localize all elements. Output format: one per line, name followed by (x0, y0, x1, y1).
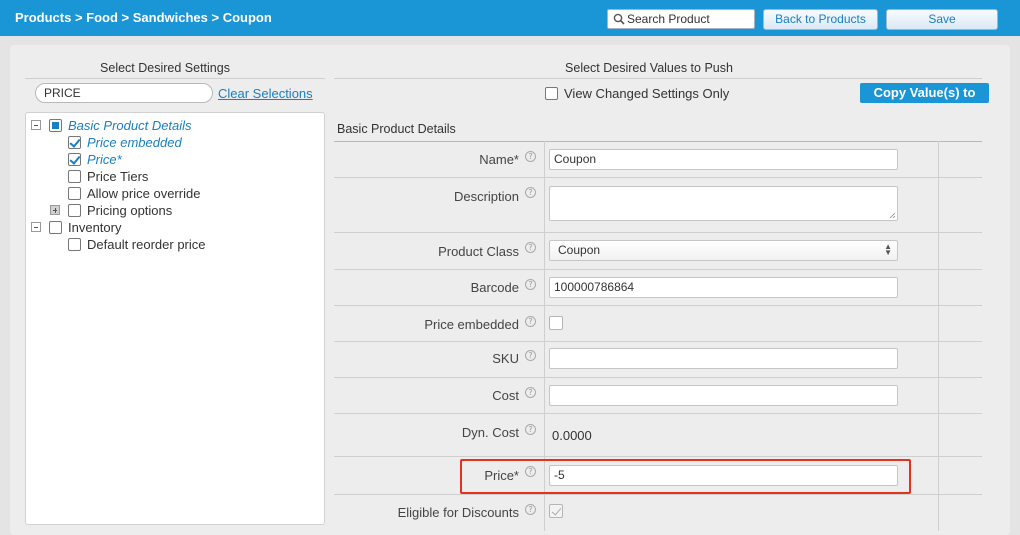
eligible-discounts-checkbox[interactable] (549, 504, 563, 518)
save-button[interactable]: Save (886, 9, 998, 30)
field-label: Price embedded (424, 317, 519, 332)
row-price-embedded: Price embedded ? (334, 305, 982, 341)
section-header: Basic Product Details (337, 122, 456, 136)
expand-icon[interactable] (50, 205, 60, 215)
tree-item-inventory[interactable]: Inventory (31, 219, 311, 236)
row-dyn-cost: Dyn. Cost ? 0.0000 (334, 413, 982, 456)
tree-checkbox[interactable] (68, 170, 81, 183)
select-value: Coupon (558, 243, 601, 257)
settings-filter-input[interactable] (35, 83, 213, 103)
barcode-field[interactable]: 100000786864 (549, 277, 898, 298)
right-column-title: Select Desired Values to Push (565, 61, 733, 75)
field-label: Eligible for Discounts (397, 505, 519, 520)
tree-item-price-embedded[interactable]: Price embedded (31, 134, 311, 151)
settings-tree: Basic Product Details Price embedded Pri… (25, 112, 325, 525)
tree-checkbox[interactable] (68, 204, 81, 217)
row-product-class: Product Class ? Coupon ▲ ▼ (334, 232, 982, 269)
view-changed-label: View Changed Settings Only (564, 86, 730, 101)
help-icon[interactable]: ? (525, 316, 536, 327)
field-label: Dyn. Cost (461, 425, 519, 440)
back-to-products-button[interactable]: Back to Products (763, 9, 878, 30)
row-eligible-discounts: Eligible for Discounts ? (334, 494, 982, 531)
help-icon[interactable]: ? (525, 350, 536, 361)
top-bar: Products > Food > Sandwiches > Coupon Ba… (0, 0, 1020, 36)
tree-label: Price embedded (87, 135, 182, 150)
collapse-icon[interactable] (31, 120, 41, 130)
dyn-cost-value: 0.0000 (552, 428, 592, 443)
search-icon (613, 13, 625, 25)
breadcrumb[interactable]: Products > Food > Sandwiches > Coupon (15, 10, 272, 25)
tree-label: Pricing options (87, 203, 173, 218)
tree-checkbox[interactable] (68, 187, 81, 200)
tree-item-default-reorder-price[interactable]: Default reorder price (31, 236, 311, 253)
tree-label: Basic Product Details (68, 118, 192, 133)
tree-label: Inventory (68, 220, 122, 235)
name-field[interactable]: Coupon (549, 149, 898, 170)
field-label: Product Class (438, 244, 519, 259)
tree-item-price[interactable]: Price* (31, 151, 311, 168)
tree-label: Default reorder price (87, 237, 206, 252)
description-field[interactable] (549, 186, 898, 221)
select-arrows-icon: ▲ ▼ (884, 242, 892, 257)
field-label: SKU (492, 351, 519, 366)
tree-checkbox[interactable] (49, 221, 62, 234)
price-embedded-checkbox[interactable] (549, 316, 563, 330)
resize-grip-icon[interactable] (889, 212, 896, 219)
clear-selections-link[interactable]: Clear Selections (218, 86, 313, 101)
tree-item-allow-price-override[interactable]: Allow price override (31, 185, 311, 202)
tree-label: Allow price override (87, 186, 201, 201)
field-label: Description (453, 189, 519, 204)
help-icon[interactable]: ? (525, 151, 536, 162)
copy-values-button[interactable]: Copy Value(s) to (860, 83, 989, 103)
help-icon[interactable]: ? (525, 387, 536, 398)
collapse-icon[interactable] (31, 222, 41, 232)
product-class-select[interactable]: Coupon ▲ ▼ (549, 240, 898, 261)
help-icon[interactable]: ? (525, 424, 536, 435)
left-column-title: Select Desired Settings (100, 61, 230, 75)
field-label: Name* (479, 152, 519, 167)
tree-item-price-tiers[interactable]: Price Tiers (31, 168, 311, 185)
tree-item-pricing-options[interactable]: Pricing options (31, 202, 311, 219)
right-title-divider (334, 78, 982, 79)
row-cost: Cost ? (334, 377, 982, 413)
help-icon[interactable]: ? (525, 242, 536, 253)
help-icon[interactable]: ? (525, 187, 536, 198)
field-label: Barcode (470, 280, 519, 295)
row-sku: SKU ? (334, 341, 982, 377)
tree-label: Price Tiers (87, 169, 149, 184)
help-icon[interactable]: ? (525, 279, 536, 290)
row-barcode: Barcode ? 100000786864 (334, 269, 982, 305)
price-highlight-box (460, 459, 911, 494)
view-changed-checkbox[interactable] (545, 87, 558, 100)
tree-checkbox[interactable] (68, 136, 81, 149)
sku-field[interactable] (549, 348, 898, 369)
tree-label: Price* (87, 152, 122, 167)
field-label: Cost (492, 388, 519, 403)
row-description: Description ? (334, 177, 982, 232)
tree-checkbox[interactable] (68, 238, 81, 251)
row-name: Name* ? Coupon (334, 141, 982, 177)
left-title-divider (25, 78, 325, 79)
help-icon[interactable]: ? (525, 504, 536, 515)
search-product-input[interactable] (627, 11, 752, 27)
search-product-box[interactable] (607, 9, 755, 29)
cost-field[interactable] (549, 385, 898, 406)
tree-checkbox[interactable] (68, 153, 81, 166)
tree-checkbox[interactable] (49, 119, 62, 132)
tree-item-basic-product-details[interactable]: Basic Product Details (31, 117, 311, 134)
